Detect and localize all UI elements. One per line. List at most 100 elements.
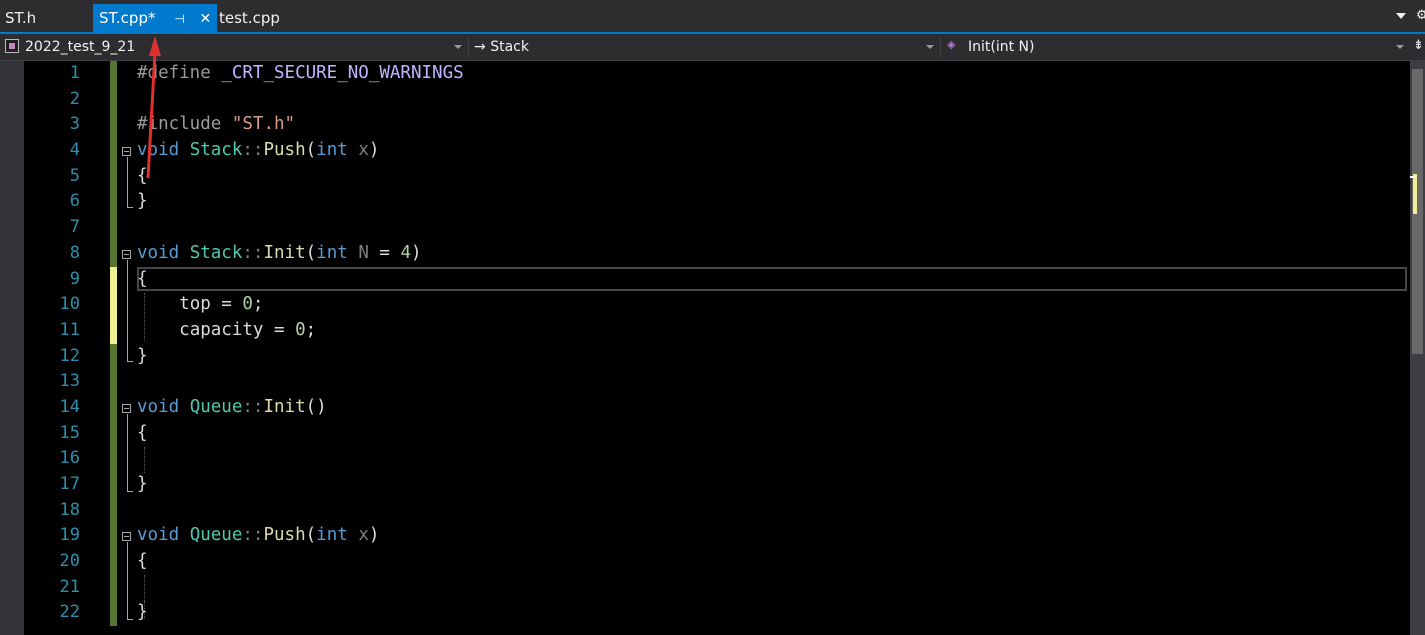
line-number-gutter: 1 2 3 4 5 6 7 8 9 10 11 12 13 14 15 16 1… [24, 61, 84, 626]
code-line[interactable]: } [137, 344, 1409, 370]
line-number: 8 [69, 242, 80, 263]
code-line[interactable]: { [137, 164, 1409, 190]
scrollbar-caret-marker [1410, 176, 1416, 178]
preprocessor-directive: #include [137, 114, 222, 135]
collapse-region-icon[interactable] [122, 404, 131, 413]
tab-list-dropdown-icon[interactable] [1396, 13, 1406, 19]
split-editor-icon[interactable]: ⇟ [1413, 38, 1424, 53]
paren: ) [411, 242, 422, 263]
line-number: 11 [59, 319, 80, 340]
navigation-bar: 2022_test_9_21 → Stack ◈ Init(int N) ⇟ [0, 34, 1425, 61]
brace: { [137, 268, 148, 289]
line-number: 21 [59, 576, 80, 597]
line-number: 13 [59, 371, 80, 392]
keyword: void [137, 525, 180, 546]
code-line[interactable] [137, 369, 1409, 395]
code-line[interactable] [137, 87, 1409, 113]
outline-line [127, 260, 128, 361]
scope-operator: :: [242, 525, 264, 546]
code-line[interactable]: } [137, 189, 1409, 215]
line-number: 12 [59, 345, 80, 366]
paren: ) [368, 140, 380, 161]
operator: = [368, 242, 401, 263]
code-line[interactable]: capacity = 0; [137, 318, 1409, 344]
number-literal: 4 [400, 242, 412, 263]
code-line[interactable] [137, 446, 1409, 472]
operator: = [210, 294, 243, 315]
tab-st-cpp[interactable]: ST.cpp* ⊣ ✕ [93, 4, 218, 33]
scrollbar-change-marker [1413, 174, 1417, 214]
project-icon [5, 39, 19, 53]
code-line[interactable]: void Queue::Init() [137, 395, 1409, 421]
close-icon[interactable]: ✕ [199, 5, 211, 33]
keyword: int [316, 242, 348, 263]
paren: ( [305, 140, 317, 161]
line-number: 18 [59, 499, 80, 520]
code-editor[interactable]: 1 2 3 4 5 6 7 8 9 10 11 12 13 14 15 16 1… [0, 61, 1410, 635]
code-line[interactable] [137, 498, 1409, 524]
code-line[interactable]: } [137, 600, 1409, 626]
line-number: 3 [69, 114, 80, 135]
type-name: Queue [189, 525, 243, 546]
brace: { [137, 165, 148, 186]
line-number: 7 [69, 217, 80, 238]
line-number: 2 [69, 88, 80, 109]
tab-test-cpp[interactable]: test.cpp [219, 4, 280, 32]
line-number: 9 [69, 268, 80, 289]
code-lines[interactable]: #define _CRT_SECURE_NO_WARNINGS #include… [137, 61, 1409, 626]
collapse-region-icon[interactable] [122, 250, 131, 259]
brace: { [137, 422, 148, 443]
function-name: Init [263, 242, 306, 263]
code-line[interactable]: void Stack::Push(int x) [137, 138, 1409, 164]
scope-arrow-icon: → [474, 39, 486, 55]
scope-dropdown[interactable]: → Stack [474, 37, 529, 57]
chevron-down-icon[interactable] [926, 45, 934, 49]
code-line[interactable]: top = 0; [137, 292, 1409, 318]
keyword: void [137, 242, 180, 263]
unsaved-change-indicator [110, 267, 117, 344]
outline-line [127, 157, 128, 207]
outline-end [127, 207, 133, 208]
line-number: 6 [69, 191, 80, 212]
line-number: 5 [69, 165, 80, 186]
parameter: N [358, 242, 369, 263]
tab-label: ST.h [5, 9, 37, 27]
chevron-down-icon[interactable] [1396, 45, 1404, 49]
vertical-scrollbar[interactable] [1410, 61, 1425, 635]
keyword: void [137, 140, 180, 161]
keyword: void [137, 396, 180, 417]
project-dropdown[interactable]: 2022_test_9_21 [25, 37, 135, 57]
semicolon: ; [252, 294, 264, 315]
collapse-region-icon[interactable] [122, 532, 131, 541]
operator: = [263, 319, 296, 340]
pin-icon[interactable]: ⊣ [174, 5, 184, 33]
function-name: Push [263, 140, 306, 161]
code-line[interactable] [137, 215, 1409, 241]
brace: } [137, 602, 148, 623]
code-line[interactable]: } [137, 472, 1409, 498]
code-line[interactable] [137, 575, 1409, 601]
collapse-region-icon[interactable] [122, 147, 131, 156]
brace: } [137, 474, 148, 494]
code-line-current[interactable]: { [137, 267, 1409, 293]
code-line[interactable]: void Stack::Init(int N = 4) [137, 241, 1409, 267]
line-number: 17 [59, 474, 80, 494]
parameter: x [358, 525, 369, 546]
code-line[interactable]: void Queue::Push(int x) [137, 523, 1409, 549]
line-number: 19 [59, 525, 80, 546]
tab-st-h[interactable]: ST.h [5, 4, 36, 32]
line-number: 20 [59, 551, 80, 572]
scope-operator: :: [242, 140, 264, 161]
member-dropdown[interactable]: Init(int N) [968, 37, 1034, 57]
settings-gear-icon[interactable]: ⚙ [1416, 8, 1425, 23]
glyph-margin[interactable] [0, 61, 24, 635]
chevron-down-icon[interactable] [454, 45, 462, 49]
code-line[interactable]: #define _CRT_SECURE_NO_WARNINGS [137, 61, 1409, 87]
code-line[interactable]: #include "ST.h" [137, 112, 1409, 138]
code-line[interactable]: { [137, 421, 1409, 447]
preprocessor-directive: #define [137, 63, 211, 83]
scope-name: Stack [490, 39, 529, 55]
number-literal: 0 [242, 294, 253, 315]
code-line[interactable]: { [137, 549, 1409, 575]
keyword: int [316, 140, 348, 161]
